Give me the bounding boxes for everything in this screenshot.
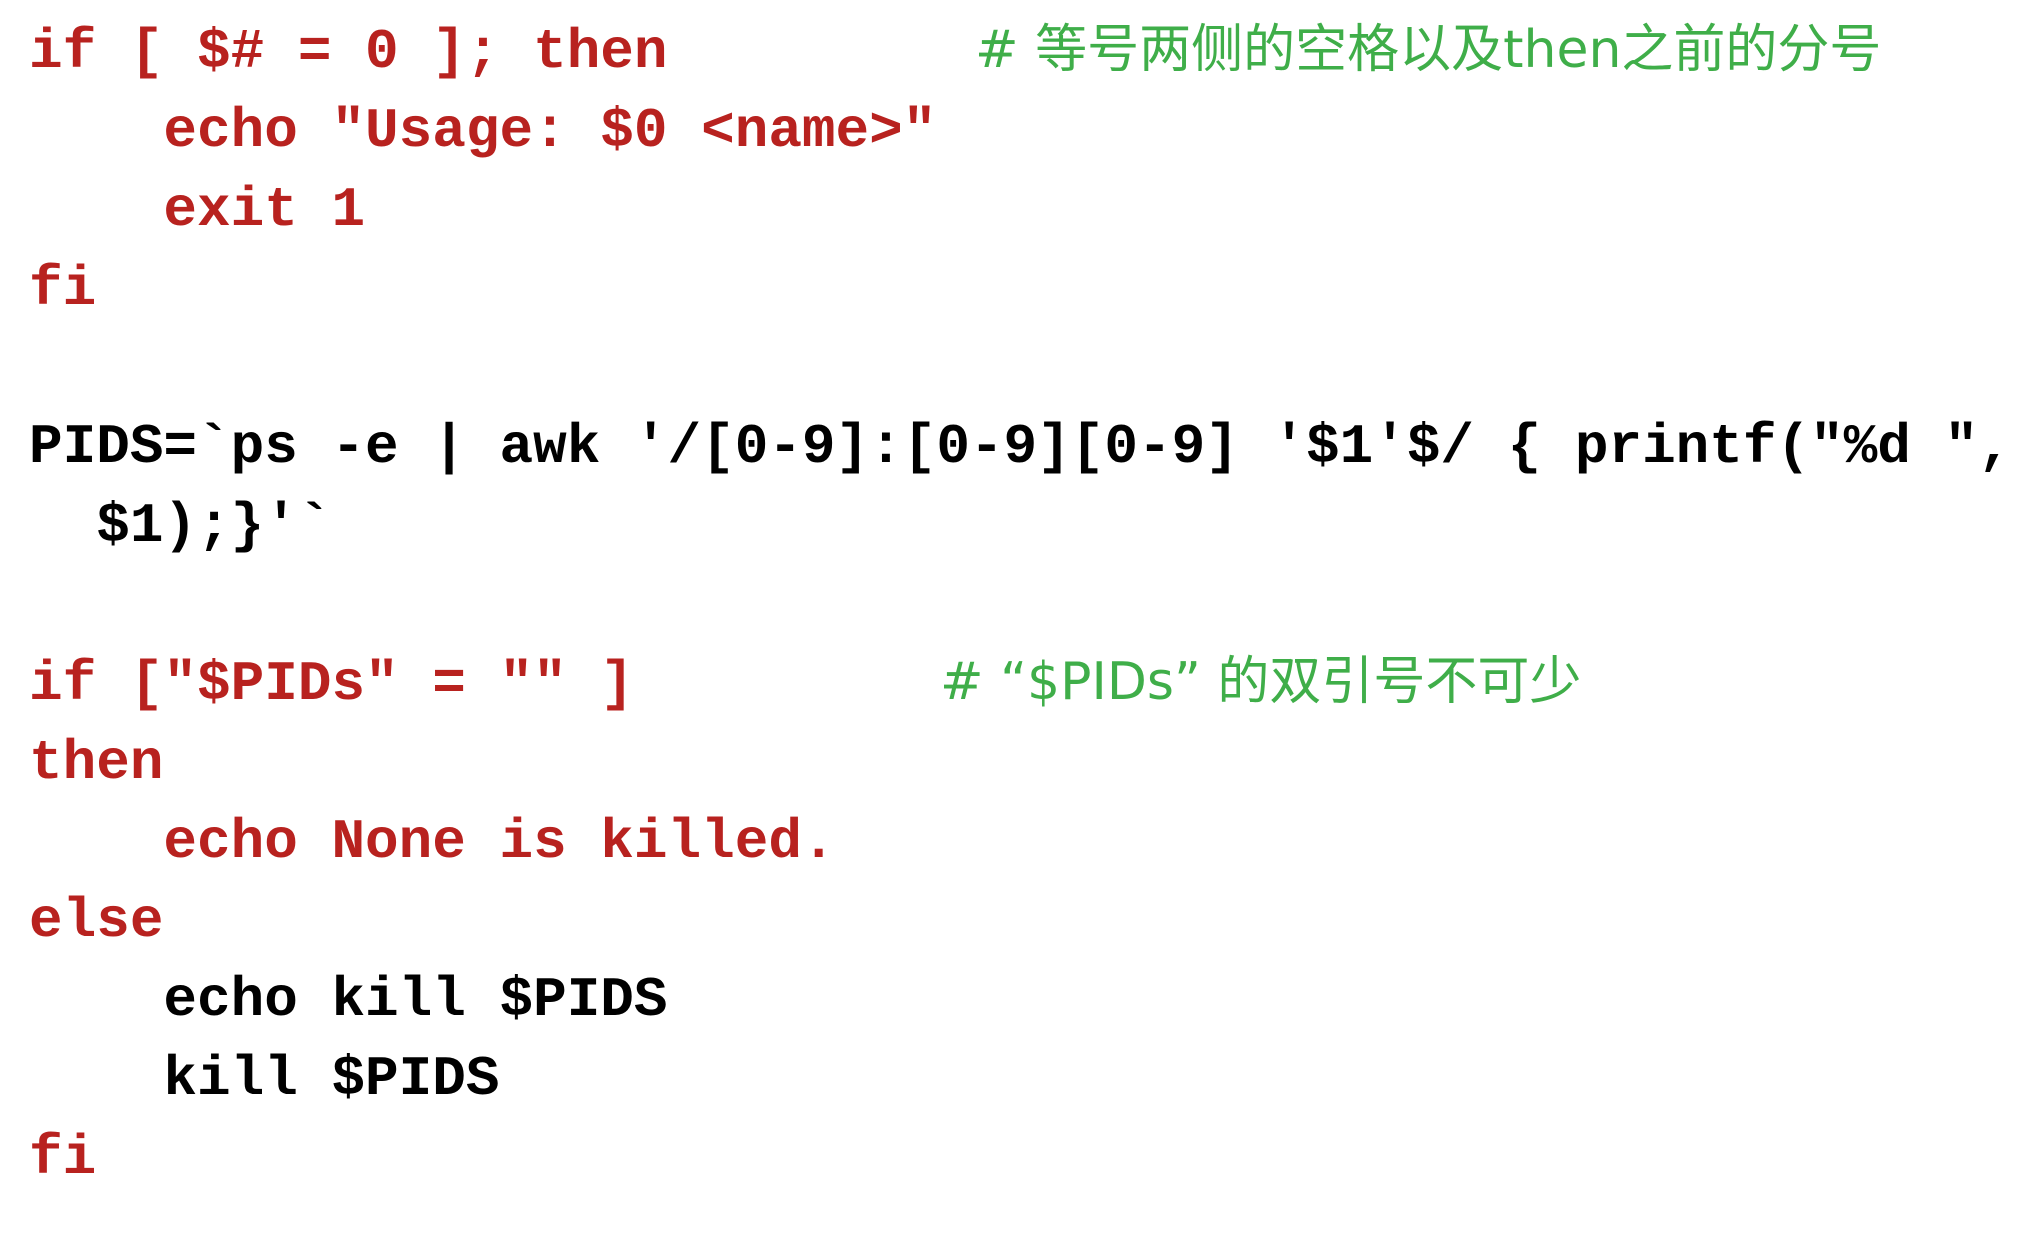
code-snippet: if [ $# = 0 ]; then # 等号两侧的空格以及then之前的分号… — [0, 0, 2042, 1248]
code-line-if-args: if [ $# = 0 ]; then — [29, 20, 668, 84]
code-line-pids-assign: PIDS=`ps -e | awk '/[0-9]:[0-9][0-9] '$1… — [29, 415, 2012, 479]
code-line-fi-2: fi — [29, 1126, 97, 1190]
code-line-kill: kill $PIDS — [29, 1047, 500, 1111]
code-line-echo-none: echo None is killed. — [29, 810, 836, 874]
code-line-fi-1: fi — [29, 257, 97, 321]
code-line-else: else — [29, 889, 164, 953]
code-line-echo-kill: echo kill $PIDS — [29, 968, 668, 1032]
code-line-if-pids: if ["$PIDs" = "" ] — [29, 652, 634, 716]
code-line-pids-continuation: $1);}'` — [29, 494, 332, 558]
code-line-exit: exit 1 — [29, 178, 366, 242]
comment-spaces-semicolon: # 等号两侧的空格以及then之前的分号 — [975, 20, 1882, 80]
code-line-then: then — [29, 731, 164, 795]
code-line-echo-usage: echo "Usage: $0 <name>" — [29, 99, 937, 163]
comment-quotes-required: # “$PIDs” 的双引号不可少 — [940, 652, 1582, 712]
